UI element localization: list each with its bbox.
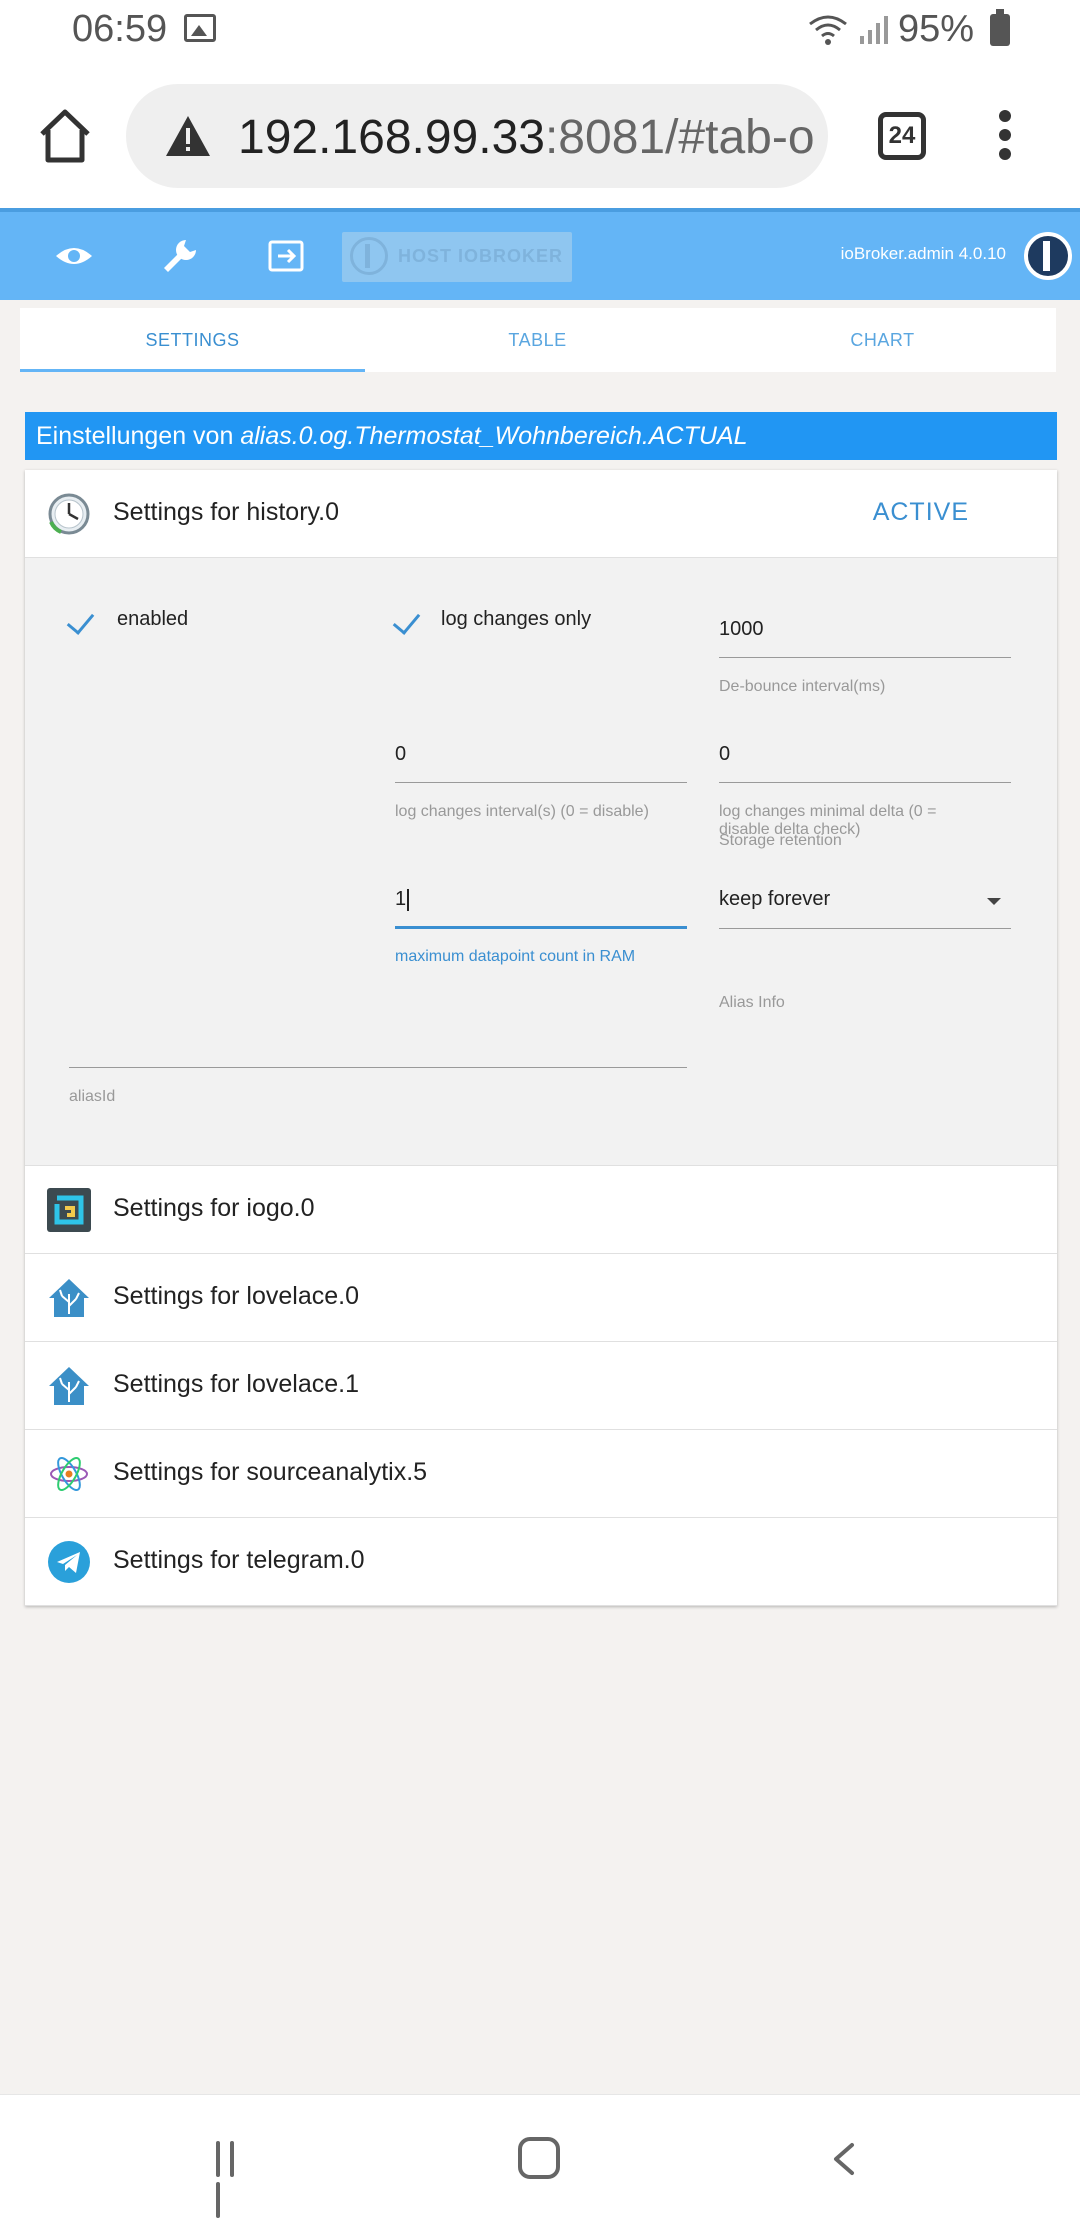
iogo-icon bbox=[47, 1188, 91, 1232]
tab-switcher-button[interactable]: 24 bbox=[878, 112, 926, 160]
system-nav-bar bbox=[0, 2094, 1080, 2220]
log-changes-interval-help: log changes interval(s) (0 = disable) bbox=[395, 803, 649, 820]
max-datapoints-underline bbox=[395, 926, 687, 929]
log-changes-only-checkbox[interactable] bbox=[391, 606, 423, 638]
warning-icon[interactable] bbox=[164, 114, 212, 158]
log-changes-only-label: log changes only bbox=[441, 608, 592, 630]
storage-retention-label: Storage retention bbox=[719, 832, 842, 849]
heading-object-id: alias.0.og.Thermostat_Wohnbereich.ACTUAL bbox=[240, 422, 748, 450]
adapter-item-title: Settings for sourceanalytix.5 bbox=[113, 1458, 428, 1486]
status-bar: 06:59 95% bbox=[0, 0, 1080, 64]
adapter-item-title: Settings for telegram.0 bbox=[113, 1546, 365, 1574]
enabled-checkbox[interactable] bbox=[65, 606, 97, 638]
max-datapoints-value[interactable]: 1 bbox=[395, 888, 406, 910]
tab-indicator bbox=[20, 369, 365, 372]
url-path: :8081/#tab-o bbox=[544, 111, 815, 164]
adapter-item-telegram[interactable]: Settings for telegram.0 bbox=[25, 1518, 1057, 1606]
log-changes-interval-input[interactable]: 0 bbox=[395, 743, 406, 766]
history-panel-body: enabled log changes only 1000 De-bounce … bbox=[25, 558, 1057, 1166]
storage-retention-value[interactable]: keep forever bbox=[719, 888, 830, 911]
lovelace-icon bbox=[49, 1279, 89, 1317]
history-panel-header[interactable]: Settings for history.0 ACTIVE bbox=[25, 470, 1057, 558]
alias-id-underline bbox=[69, 1067, 687, 1068]
history-clock-icon bbox=[48, 493, 90, 535]
alias-id-help: aliasId bbox=[69, 1088, 116, 1105]
log-changes-delta-input[interactable]: 0 bbox=[719, 743, 730, 766]
tab-bar: SETTINGS TABLE CHART bbox=[20, 308, 1056, 372]
battery-percent: 95% bbox=[897, 8, 974, 50]
status-badge: ACTIVE bbox=[872, 498, 969, 526]
heading-prefix: Einstellungen von bbox=[36, 422, 241, 450]
home-nav-icon[interactable] bbox=[518, 2137, 560, 2179]
recent-apps-icon[interactable] bbox=[216, 2141, 256, 2218]
url-host: 192.168.99.33 bbox=[238, 111, 545, 164]
tab-chart[interactable]: CHART bbox=[710, 308, 1055, 372]
browser-menu-icon[interactable] bbox=[996, 110, 1014, 166]
wrench-icon[interactable] bbox=[158, 234, 202, 278]
text-cursor bbox=[407, 888, 410, 911]
wifi-icon bbox=[809, 15, 847, 45]
adapter-item-title: Settings for lovelace.0 bbox=[113, 1282, 359, 1310]
adapter-item-lovelace-0[interactable]: Settings for lovelace.0 bbox=[25, 1254, 1057, 1342]
adapter-item-title: Settings for iogo.0 bbox=[113, 1194, 315, 1222]
lovelace-icon bbox=[49, 1367, 89, 1405]
tab-settings[interactable]: SETTINGS bbox=[20, 308, 365, 372]
storage-retention-select[interactable]: Storage retention keep forever bbox=[719, 832, 1011, 929]
storage-retention-underline bbox=[719, 928, 1011, 929]
max-datapoints-input[interactable]: 1 bbox=[395, 888, 410, 911]
url-text[interactable]: 192.168.99.33:8081/#tab-o bbox=[238, 110, 815, 165]
eye-icon[interactable] bbox=[52, 234, 96, 278]
back-icon[interactable] bbox=[826, 2141, 862, 2177]
alias-info-label: Alias Info bbox=[719, 994, 785, 1011]
battery-icon bbox=[990, 8, 1010, 46]
status-right: 95% bbox=[808, 8, 1010, 51]
enabled-label: enabled bbox=[117, 608, 189, 630]
admin-version: ioBroker.admin 4.0.10 bbox=[840, 244, 1006, 263]
app-toolbar: HOST IOBROKER ioBroker.admin 4.0.10 bbox=[0, 208, 1080, 300]
status-time: 06:59 bbox=[72, 8, 168, 50]
image-notification-icon bbox=[184, 14, 216, 42]
exit-icon[interactable] bbox=[264, 234, 308, 278]
home-icon[interactable] bbox=[38, 108, 92, 164]
host-label: HOST IOBROKER bbox=[398, 246, 564, 266]
adapter-item-sourceanalytix[interactable]: Settings for sourceanalytix.5 bbox=[25, 1430, 1057, 1518]
chevron-down-icon[interactable] bbox=[987, 898, 1001, 905]
iobroker-logo-icon bbox=[1024, 232, 1072, 280]
adapter-settings-list: Settings for history.0 ACTIVE enabled lo… bbox=[25, 470, 1057, 1606]
debounce-underline bbox=[719, 657, 1011, 658]
sourceanalytix-icon bbox=[50, 1457, 88, 1491]
browser-bar: 192.168.99.33:8081/#tab-o 24 bbox=[0, 64, 1080, 208]
history-panel-title: Settings for history.0 bbox=[113, 498, 340, 526]
telegram-icon bbox=[48, 1541, 90, 1583]
url-bar[interactable]: 192.168.99.33:8081/#tab-o bbox=[126, 84, 828, 188]
log-changes-interval-underline bbox=[395, 782, 687, 783]
host-logo-icon bbox=[350, 237, 388, 275]
tab-table[interactable]: TABLE bbox=[365, 308, 710, 372]
signal-icon bbox=[859, 15, 888, 44]
debounce-input[interactable]: 1000 bbox=[719, 618, 764, 641]
page-title: Einstellungen von alias.0.og.Thermostat_… bbox=[25, 412, 1057, 460]
adapter-item-iogo[interactable]: Settings for iogo.0 bbox=[25, 1166, 1057, 1254]
debounce-help: De-bounce interval(ms) bbox=[719, 678, 886, 695]
max-datapoints-help: maximum datapoint count in RAM bbox=[395, 948, 636, 965]
page-content: SETTINGS TABLE CHART Einstellungen von a… bbox=[0, 300, 1080, 2094]
host-selector-button[interactable]: HOST IOBROKER bbox=[342, 232, 572, 282]
log-changes-delta-underline bbox=[719, 782, 1011, 783]
adapter-item-lovelace-1[interactable]: Settings for lovelace.1 bbox=[25, 1342, 1057, 1430]
adapter-item-title: Settings for lovelace.1 bbox=[113, 1370, 359, 1398]
